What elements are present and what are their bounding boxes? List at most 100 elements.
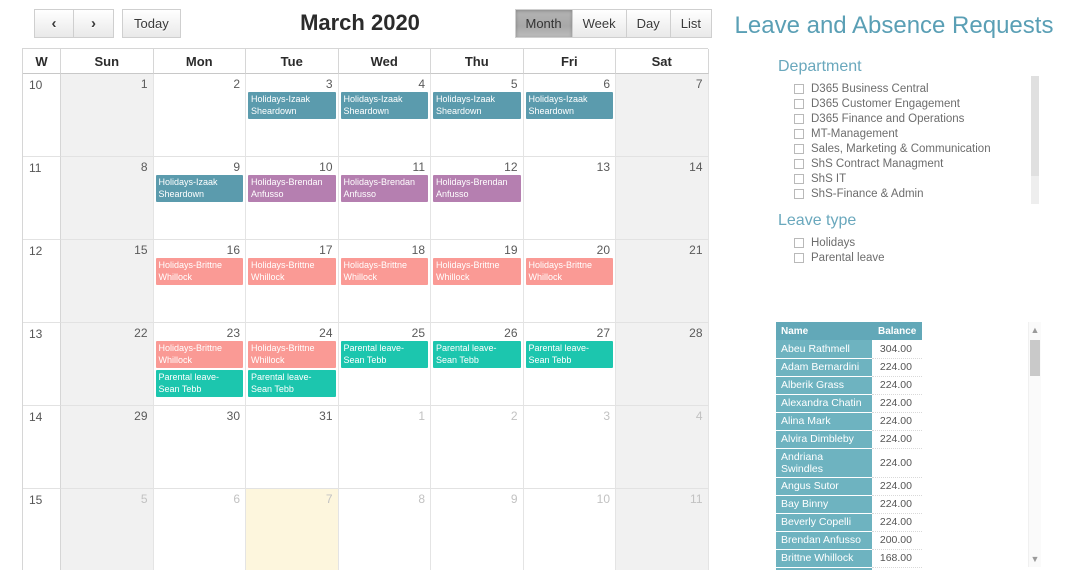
calendar-event[interactable]: Holidays-Brittne Whillock [433,258,521,285]
calendar-day-cell[interactable]: 30 [153,406,246,489]
column-header-balance[interactable]: Balance [872,322,922,340]
calendar-event[interactable]: Holidays-Brittne Whillock [155,258,243,285]
checkbox-icon[interactable] [794,252,804,263]
calendar-day-cell[interactable]: 7 [616,74,709,157]
department-scrollbar[interactable] [1031,76,1039,204]
department-checkbox-item[interactable]: Sales, Marketing & Communication [778,141,991,156]
leave-type-checkbox-item[interactable]: Parental leave [778,250,885,265]
calendar-event[interactable]: Parental leave-Sean Tebb [340,341,428,368]
department-checkbox-item[interactable]: D365 Business Central [778,81,991,96]
calendar-day-cell[interactable]: 12 Holidays-Brendan Anfusso [431,157,524,240]
calendar-event[interactable]: Holidays-Izaak Sheardown [248,92,336,119]
calendar-day-cell[interactable]: 26 Parental leave-Sean Tebb [431,323,524,406]
column-header-name[interactable]: Name [776,322,872,340]
department-scrollbar-thumb[interactable] [1031,76,1039,176]
calendar-day-cell[interactable]: 4 Holidays-Izaak Sheardown [338,74,431,157]
calendar-day-cell[interactable]: 22 [61,323,154,406]
checkbox-icon[interactable] [794,143,804,154]
checkbox-icon[interactable] [794,237,804,248]
calendar-day-cell[interactable]: 1 [61,74,154,157]
calendar-day-cell[interactable]: 8 [61,157,154,240]
calendar-day-cell[interactable]: 4 [616,406,709,489]
calendar-event[interactable]: Holidays-Brittne Whillock [525,258,613,285]
calendar-day-cell[interactable]: 25 Parental leave-Sean Tebb [338,323,431,406]
table-row[interactable]: Abeu Rathmell 304.00 [776,340,922,359]
table-row[interactable]: Adam Bernardini 224.00 [776,358,922,377]
calendar-day-cell[interactable]: 2 [431,406,524,489]
calendar-event[interactable]: Holidays-Izaak Sheardown [525,92,613,119]
balance-table-scrollbar[interactable]: ▲ ▼ [1028,322,1041,567]
calendar-day-cell[interactable]: 11 [616,489,709,570]
calendar-day-cell[interactable]: 5 Holidays-Izaak Sheardown [431,74,524,157]
calendar-day-cell[interactable]: 11 Holidays-Brendan Anfusso [338,157,431,240]
checkbox-icon[interactable] [794,113,804,124]
checkbox-icon[interactable] [794,173,804,184]
table-row[interactable]: Brendan Anfusso 200.00 [776,531,922,550]
calendar-event[interactable]: Holidays-Brendan Anfusso [340,175,428,202]
calendar-event[interactable]: Parental leave-Sean Tebb [433,341,521,368]
calendar-event[interactable]: Holidays-Brittne Whillock [340,258,428,285]
department-checkbox-item[interactable]: D365 Finance and Operations [778,111,991,126]
calendar-day-cell[interactable]: 13 [523,157,616,240]
chevron-up-icon[interactable]: ▲ [1029,324,1041,336]
department-checkbox-item[interactable]: ShS Contract Managment [778,156,991,171]
department-checkbox-item[interactable]: D365 Customer Engagement [778,96,991,111]
calendar-day-cell[interactable]: 5 [61,489,154,570]
table-row[interactable]: Alvira Dimbleby 224.00 [776,430,922,449]
calendar-day-cell[interactable]: 14 [616,157,709,240]
next-month-button[interactable]: › [74,9,114,38]
calendar-event[interactable]: Holidays-Izaak Sheardown [340,92,428,119]
table-row[interactable]: Brittne Whillock 168.00 [776,549,922,568]
checkbox-icon[interactable] [794,128,804,139]
department-checkbox-item[interactable]: ShS IT [778,171,991,186]
calendar-day-cell[interactable]: 3 [523,406,616,489]
table-row[interactable]: Alexandra Chatin 224.00 [776,394,922,413]
balance-scrollbar-thumb[interactable] [1030,340,1040,376]
calendar-day-cell[interactable]: 23 Holidays-Brittne Whillock Parental leav… [153,323,246,406]
calendar-day-cell[interactable]: 17 Holidays-Brittne Whillock [246,240,339,323]
calendar-day-cell[interactable]: 9 [431,489,524,570]
calendar-event[interactable]: Holidays-Izaak Sheardown [155,175,243,202]
view-button-month[interactable]: Month [514,9,573,38]
calendar-day-cell[interactable]: 1 [338,406,431,489]
department-checkbox-item[interactable]: MT-Management [778,126,991,141]
table-row[interactable]: Alberik Grass 224.00 [776,376,922,395]
calendar-event[interactable]: Holidays-Brittne Whillock [248,258,336,285]
calendar-day-cell[interactable]: 3 Holidays-Izaak Sheardown [246,74,339,157]
calendar-day-cell[interactable]: 16 Holidays-Brittne Whillock [153,240,246,323]
checkbox-icon[interactable] [794,98,804,109]
calendar-event[interactable]: Holidays-Brittne Whillock [155,341,243,368]
calendar-day-cell[interactable]: 6 Holidays-Izaak Sheardown [523,74,616,157]
calendar-day-cell[interactable]: 7 [246,489,339,570]
calendar-day-cell[interactable]: 29 [61,406,154,489]
calendar-day-cell[interactable]: 10 Holidays-Brendan Anfusso [246,157,339,240]
calendar-event[interactable]: Parental leave-Sean Tebb [248,370,336,397]
leave-type-checkbox-item[interactable]: Holidays [778,235,885,250]
calendar-event[interactable]: Parental leave-Sean Tebb [155,370,243,397]
table-row[interactable]: Bay Binny 224.00 [776,495,922,514]
calendar-day-cell[interactable]: 19 Holidays-Brittne Whillock [431,240,524,323]
table-row[interactable]: Andriana Swindles 224.00 [776,448,922,478]
department-checkbox-item[interactable]: ShS-Finance & Admin [778,186,991,201]
calendar-event[interactable]: Parental leave-Sean Tebb [525,341,613,368]
view-button-list[interactable]: List [670,9,712,38]
calendar-day-cell[interactable]: 27 Parental leave-Sean Tebb [523,323,616,406]
calendar-event[interactable]: Holidays-Izaak Sheardown [433,92,521,119]
view-button-week[interactable]: Week [572,9,627,38]
calendar-day-cell[interactable]: 8 [338,489,431,570]
calendar-day-cell[interactable]: 21 [616,240,709,323]
calendar-day-cell[interactable]: 28 [616,323,709,406]
chevron-down-icon[interactable]: ▼ [1029,553,1041,565]
checkbox-icon[interactable] [794,158,804,169]
prev-month-button[interactable]: ‹ [34,9,74,38]
calendar-day-cell[interactable]: 20 Holidays-Brittne Whillock [523,240,616,323]
table-row[interactable]: Alina Mark 224.00 [776,412,922,431]
calendar-event[interactable]: Holidays-Brittne Whillock [248,341,336,368]
checkbox-icon[interactable] [794,188,804,199]
table-row[interactable]: Angus Sutor 224.00 [776,477,922,496]
view-button-day[interactable]: Day [626,9,671,38]
calendar-day-cell[interactable]: 10 [523,489,616,570]
calendar-day-cell[interactable]: 9 Holidays-Izaak Sheardown [153,157,246,240]
calendar-day-cell[interactable]: 18 Holidays-Brittne Whillock [338,240,431,323]
today-button[interactable]: Today [122,9,181,38]
